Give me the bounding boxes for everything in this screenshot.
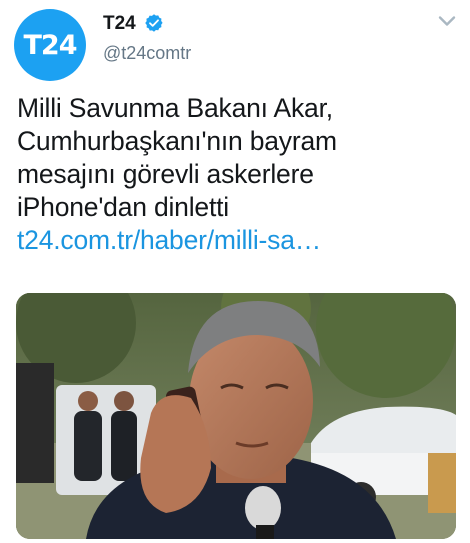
tweet-media-photo[interactable] [16,293,456,539]
avatar[interactable]: T24 [14,9,86,81]
tweet-card[interactable]: T24 T24 @t24comtr Milli Savunma Bakanı A… [0,0,470,543]
tweet-text-line: iPhone'dan dinletti [17,192,229,222]
tweet-text: Milli Savunma Bakanı Akar, Cumhurbaşkanı… [17,92,457,257]
tweet-text-line: Cumhurbaşkanı'nın bayram [17,126,337,156]
author-handle[interactable]: @t24comtr [103,43,191,64]
photo-illustration [16,293,456,539]
author-name[interactable]: T24 [103,13,136,35]
tweet-link[interactable]: t24.com.tr/haber/milli-sa… [17,224,457,257]
verified-badge-icon [145,14,163,32]
chevron-down-icon[interactable] [437,14,457,28]
tweet-text-line: Milli Savunma Bakanı Akar, [17,93,333,123]
tweet-text-line: mesajını görevli askerlere [17,159,314,189]
